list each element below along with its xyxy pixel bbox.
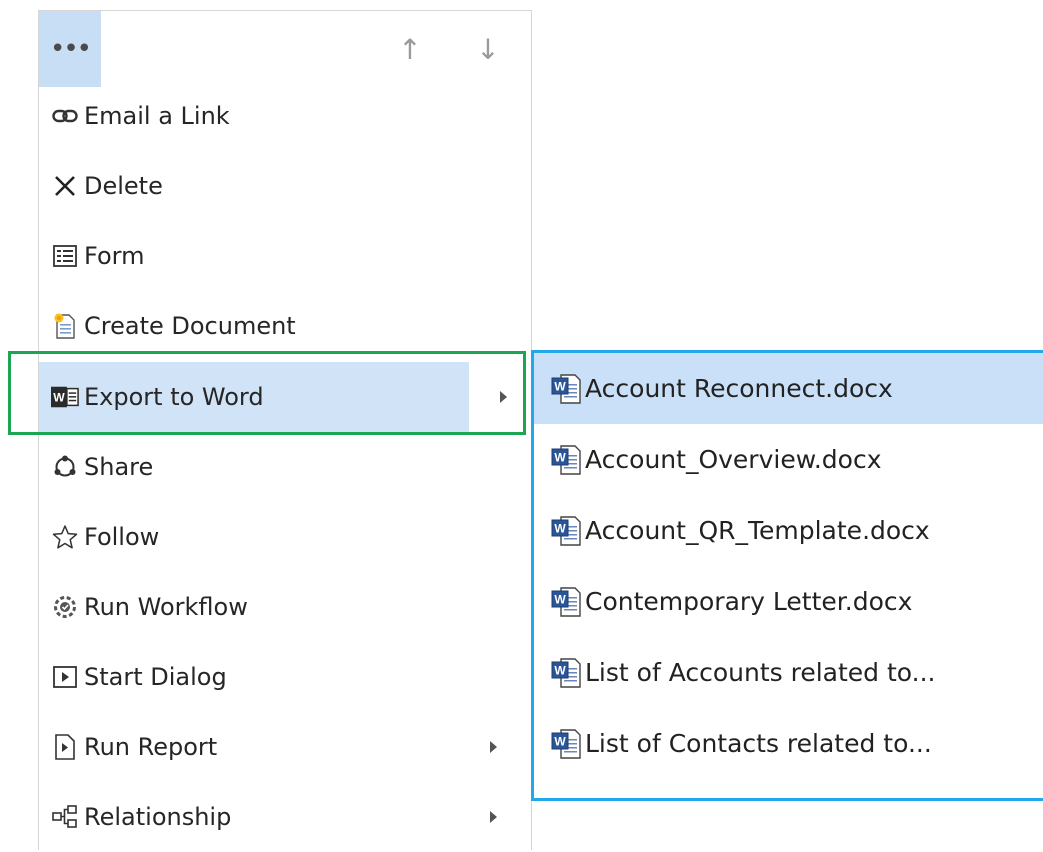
context-menu: ••• ↑ ↓ Email a Link Delete Form Create … bbox=[38, 10, 532, 850]
link-icon bbox=[51, 101, 79, 131]
menu-item-label: Create Document bbox=[84, 312, 296, 340]
relationship-icon bbox=[51, 802, 79, 832]
menu-item-label: Relationship bbox=[84, 803, 232, 831]
svg-text:W: W bbox=[554, 592, 566, 606]
word-document-icon: W bbox=[550, 585, 582, 619]
menu-item-export-to-word[interactable]: W Export to Word bbox=[39, 362, 531, 432]
submenu-item-account-qr-template[interactable]: W Account_QR_Template.docx bbox=[534, 495, 1043, 566]
workflow-icon bbox=[51, 592, 79, 622]
menu-item-form[interactable]: Form bbox=[39, 221, 531, 291]
more-options-button[interactable]: ••• bbox=[39, 11, 101, 87]
word-document-icon: W bbox=[550, 656, 582, 690]
submenu-item-list-of-accounts[interactable]: W List of Accounts related to... bbox=[534, 637, 1043, 708]
export-to-word-submenu: W Account Reconnect.docx W Account_Overv… bbox=[531, 350, 1043, 801]
menu-item-label: Run Workflow bbox=[84, 593, 248, 621]
submenu-item-list-of-contacts[interactable]: W List of Contacts related to... bbox=[534, 708, 1043, 779]
svg-text:W: W bbox=[554, 734, 566, 748]
submenu-item-label: Account_QR_Template.docx bbox=[585, 516, 930, 545]
create-document-icon bbox=[51, 311, 79, 341]
submenu-item-label: Account_Overview.docx bbox=[585, 445, 882, 474]
word-document-icon: W bbox=[550, 514, 582, 548]
svg-text:W: W bbox=[554, 379, 566, 393]
dialog-play-icon bbox=[51, 662, 79, 692]
word-document-icon: W bbox=[550, 443, 582, 477]
menu-item-label: Delete bbox=[84, 172, 163, 200]
menu-item-run-workflow[interactable]: Run Workflow bbox=[39, 572, 531, 642]
svg-text:W: W bbox=[554, 663, 566, 677]
menu-item-run-report[interactable]: Run Report bbox=[39, 712, 531, 782]
submenu-item-label: Contemporary Letter.docx bbox=[585, 587, 913, 616]
menu-item-create-document[interactable]: Create Document bbox=[39, 291, 531, 361]
menu-item-share[interactable]: Share bbox=[39, 432, 531, 502]
chevron-right-icon bbox=[490, 811, 497, 823]
svg-text:W: W bbox=[554, 521, 566, 535]
share-icon bbox=[51, 452, 79, 482]
chevron-right-icon bbox=[500, 391, 507, 403]
svg-text:W: W bbox=[53, 391, 65, 405]
report-icon bbox=[51, 732, 79, 762]
menu-item-label: Form bbox=[84, 242, 145, 270]
svg-text:W: W bbox=[554, 450, 566, 464]
submenu-item-contemporary-letter[interactable]: W Contemporary Letter.docx bbox=[534, 566, 1043, 637]
move-up-icon[interactable]: ↑ bbox=[395, 29, 425, 69]
menu-item-label: Run Report bbox=[84, 733, 218, 761]
move-down-icon[interactable]: ↓ bbox=[473, 29, 503, 69]
menu-item-label: Email a Link bbox=[84, 102, 230, 130]
menu-item-label: Start Dialog bbox=[84, 663, 227, 691]
delete-x-icon bbox=[51, 171, 79, 201]
menu-item-start-dialog[interactable]: Start Dialog bbox=[39, 642, 531, 712]
submenu-item-label: Account Reconnect.docx bbox=[585, 374, 893, 403]
word-export-icon: W bbox=[51, 382, 79, 412]
menu-item-delete[interactable]: Delete bbox=[39, 151, 531, 221]
form-icon bbox=[51, 241, 79, 271]
menu-item-follow[interactable]: Follow bbox=[39, 502, 531, 572]
menu-item-label: Export to Word bbox=[84, 383, 264, 411]
menu-item-email-a-link[interactable]: Email a Link bbox=[39, 81, 531, 151]
word-document-icon: W bbox=[550, 727, 582, 761]
submenu-item-label: List of Contacts related to... bbox=[585, 729, 932, 758]
chevron-right-icon bbox=[490, 741, 497, 753]
menu-item-label: Share bbox=[84, 453, 154, 481]
submenu-item-account-reconnect[interactable]: W Account Reconnect.docx bbox=[534, 353, 1043, 424]
word-document-icon: W bbox=[550, 372, 582, 406]
menu-item-relationship[interactable]: Relationship bbox=[39, 782, 531, 852]
star-icon bbox=[51, 522, 79, 552]
submenu-item-account-overview[interactable]: W Account_Overview.docx bbox=[534, 424, 1043, 495]
menu-item-label: Follow bbox=[84, 523, 160, 551]
submenu-item-label: List of Accounts related to... bbox=[585, 658, 936, 687]
submenu-expander[interactable] bbox=[469, 362, 531, 432]
menu-toolbar: ••• ↑ ↓ bbox=[39, 11, 531, 87]
